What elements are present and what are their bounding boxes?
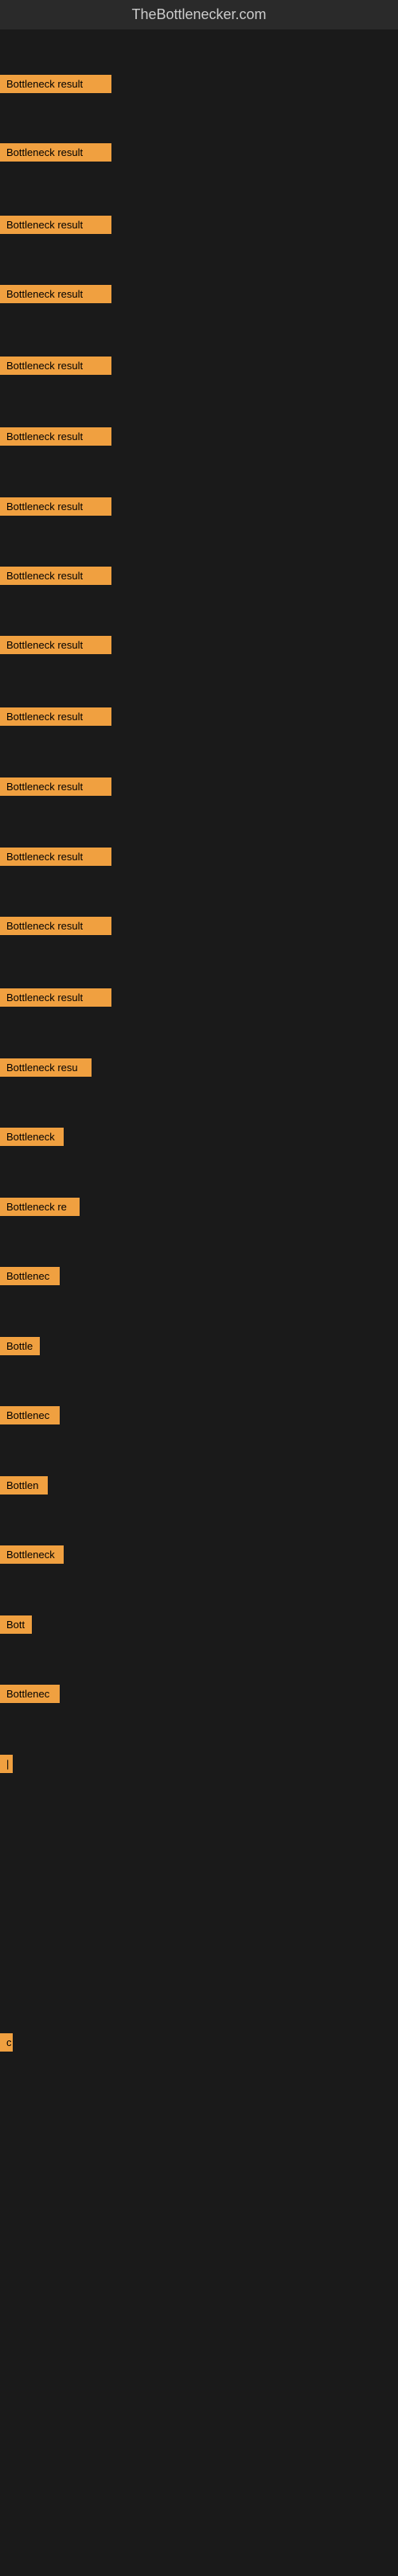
bottleneck-result-item[interactable]: Bottleneck result — [0, 988, 111, 1007]
bottleneck-badge[interactable]: Bottleneck result — [0, 285, 111, 303]
bottleneck-result-item[interactable]: | — [0, 1755, 13, 1773]
bottleneck-badge[interactable]: Bottleneck result — [0, 427, 111, 446]
bottleneck-badge[interactable]: Bottleneck result — [0, 777, 111, 796]
bottleneck-badge[interactable]: Bottlenec — [0, 1267, 60, 1285]
bottleneck-result-item[interactable]: Bottleneck result — [0, 357, 111, 375]
bottleneck-badge[interactable]: Bottlenec — [0, 1685, 60, 1703]
bottleneck-badge[interactable]: Bottleneck result — [0, 988, 111, 1007]
bottleneck-result-item[interactable]: Bottleneck result — [0, 567, 111, 585]
bottleneck-badge[interactable]: Bottleneck result — [0, 357, 111, 375]
bottleneck-badge[interactable]: Bott — [0, 1615, 32, 1634]
bottleneck-badge[interactable]: Bottleneck — [0, 1545, 64, 1564]
bottleneck-result-item[interactable]: Bottleneck result — [0, 143, 111, 162]
bottleneck-badge[interactable]: c — [0, 2033, 13, 2052]
bottleneck-badge[interactable]: Bottlenec — [0, 1406, 60, 1424]
bottleneck-result-item[interactable]: Bottleneck result — [0, 707, 111, 726]
bottleneck-result-item[interactable]: Bottlen — [0, 1476, 48, 1495]
bottleneck-badge[interactable]: Bottleneck resu — [0, 1058, 92, 1077]
bottleneck-badge[interactable]: Bottleneck result — [0, 848, 111, 866]
bottleneck-result-item[interactable]: Bottleneck result — [0, 917, 111, 935]
bottleneck-result-item[interactable]: Bottleneck resu — [0, 1058, 92, 1077]
bottleneck-result-item[interactable]: Bottleneck — [0, 1545, 64, 1564]
bottleneck-result-item[interactable]: Bott — [0, 1615, 32, 1634]
bottleneck-badge[interactable]: Bottleneck result — [0, 567, 111, 585]
bottleneck-badge[interactable]: Bottleneck re — [0, 1198, 80, 1216]
bottleneck-badge[interactable]: Bottleneck result — [0, 216, 111, 234]
bottleneck-result-item[interactable]: Bottleneck result — [0, 497, 111, 516]
bottleneck-result-item[interactable]: Bottleneck re — [0, 1198, 80, 1216]
bottleneck-result-item[interactable]: Bottleneck — [0, 1128, 64, 1146]
bottleneck-badge[interactable]: Bottleneck result — [0, 497, 111, 516]
bottleneck-result-item[interactable]: Bottleneck result — [0, 777, 111, 796]
bottleneck-result-item[interactable]: Bottleneck result — [0, 285, 111, 303]
bottleneck-badge[interactable]: Bottleneck result — [0, 707, 111, 726]
bottleneck-badge[interactable]: Bottleneck result — [0, 143, 111, 162]
bottleneck-badge[interactable]: Bottleneck result — [0, 75, 111, 93]
bottleneck-result-item[interactable]: c — [0, 2033, 13, 2052]
bottleneck-badge[interactable]: Bottlen — [0, 1476, 48, 1495]
bottleneck-badge[interactable]: Bottleneck result — [0, 917, 111, 935]
bottleneck-badge[interactable]: Bottleneck — [0, 1128, 64, 1146]
bottleneck-badge[interactable]: Bottleneck result — [0, 636, 111, 654]
bottleneck-badge[interactable]: Bottle — [0, 1337, 40, 1355]
bottleneck-result-item[interactable]: Bottleneck result — [0, 848, 111, 866]
bottleneck-result-item[interactable]: Bottlenec — [0, 1406, 60, 1424]
bottleneck-result-item[interactable]: Bottle — [0, 1337, 40, 1355]
bottleneck-badge[interactable]: | — [0, 1755, 13, 1773]
site-title: TheBottlenecker.com — [0, 0, 398, 29]
bottleneck-result-item[interactable]: Bottleneck result — [0, 216, 111, 234]
bottleneck-result-item[interactable]: Bottlenec — [0, 1267, 60, 1285]
bottleneck-result-item[interactable]: Bottleneck result — [0, 636, 111, 654]
bottleneck-result-item[interactable]: Bottlenec — [0, 1685, 60, 1703]
bottleneck-result-item[interactable]: Bottleneck result — [0, 427, 111, 446]
bottleneck-result-item[interactable]: Bottleneck result — [0, 75, 111, 93]
